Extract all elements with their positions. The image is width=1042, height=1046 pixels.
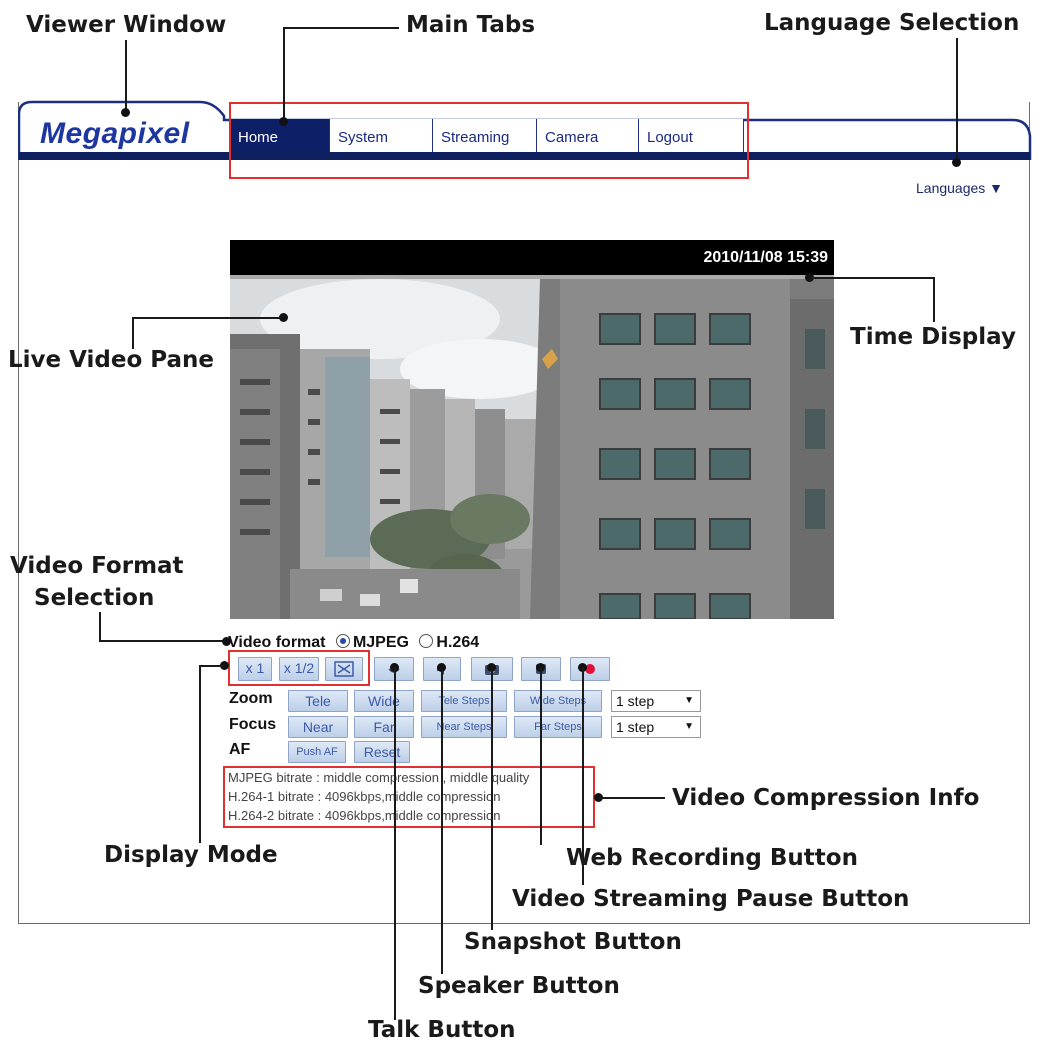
mjpeg-label: MJPEG [352, 634, 409, 651]
zoom-step-value: 1 step [616, 693, 655, 709]
callout-video-compression-info: Video Compression Info [672, 785, 980, 811]
callout-video-format-2: Selection [34, 585, 155, 611]
callout-pause-button: Video Streaming Pause Button [512, 886, 910, 912]
zoom-tele-steps-button[interactable]: Tele Steps [421, 690, 507, 712]
callout-video-format-1: Video Format [10, 553, 184, 579]
video-format-label: Video format [228, 634, 326, 651]
leader-line [599, 797, 665, 799]
focus-near-steps-button[interactable]: Near Steps [421, 716, 507, 738]
zoom-label: Zoom [229, 690, 273, 707]
leader-line [394, 667, 396, 1020]
zoom-wide-steps-button[interactable]: Wide Steps [514, 690, 602, 712]
leader-dot [222, 637, 231, 646]
leader-line [132, 317, 284, 319]
leader-line [491, 667, 493, 930]
callout-web-recording-button: Web Recording Button [566, 845, 858, 871]
leader-line [125, 40, 127, 112]
callout-speaker-button: Speaker Button [418, 973, 620, 999]
push-af-button[interactable]: Push AF [288, 741, 346, 763]
leader-line [132, 317, 134, 349]
display-mode-highlight [228, 650, 370, 686]
focus-label: Focus [229, 716, 277, 733]
leader-line [933, 277, 935, 322]
main-tabs-highlight [229, 102, 749, 179]
zoom-step-select[interactable]: 1 step ▼ [611, 690, 701, 712]
focus-step-select[interactable]: 1 step ▼ [611, 716, 701, 738]
callout-main-tabs: Main Tabs [406, 12, 536, 38]
live-video-pane [230, 279, 834, 619]
app-logo: Megapixel [40, 117, 190, 150]
leader-line [99, 612, 101, 642]
leader-line [283, 27, 285, 122]
callout-live-video-pane: Live Video Pane [8, 347, 215, 373]
leader-line [199, 665, 225, 667]
af-reset-button[interactable]: Reset [354, 741, 410, 763]
callout-time-display: Time Display [850, 324, 1016, 350]
leader-dot [121, 108, 130, 117]
leader-line [810, 277, 935, 279]
time-display: 2010/11/08 15:39 [703, 249, 828, 266]
h264-label: H.264 [436, 634, 480, 651]
focus-near-button[interactable]: Near [288, 716, 348, 738]
focus-step-value: 1 step [616, 719, 655, 735]
time-display-bar: 2010/11/08 15:39 [230, 240, 834, 276]
h264-radio[interactable] [419, 634, 434, 648]
callout-display-mode: Display Mode [104, 842, 278, 868]
chevron-down-icon: ▼ [684, 721, 694, 732]
zoom-wide-button[interactable]: Wide [354, 690, 414, 712]
callout-talk-button: Talk Button [368, 1017, 516, 1043]
callout-snapshot-button: Snapshot Button [464, 929, 682, 955]
language-selector[interactable]: Languages ▼ [916, 180, 1003, 196]
focus-far-button[interactable]: Far [354, 716, 414, 738]
leader-dot [279, 117, 288, 126]
leader-line [283, 27, 399, 29]
leader-line [441, 667, 443, 974]
mjpeg-radio[interactable] [335, 634, 350, 648]
leader-line [540, 667, 542, 845]
callout-language-selection: Language Selection [764, 10, 1020, 36]
callout-viewer-window: Viewer Window [26, 12, 227, 38]
chevron-down-icon: ▼ [684, 695, 694, 706]
zoom-tele-button[interactable]: Tele [288, 690, 348, 712]
leader-line [199, 665, 201, 843]
leader-line [956, 38, 958, 163]
leader-line [99, 640, 229, 642]
web-recording-button[interactable] [570, 657, 610, 681]
af-label: AF [229, 741, 251, 758]
focus-far-steps-button[interactable]: Far Steps [514, 716, 602, 738]
leader-dot [952, 158, 961, 167]
leader-dot [279, 313, 288, 322]
